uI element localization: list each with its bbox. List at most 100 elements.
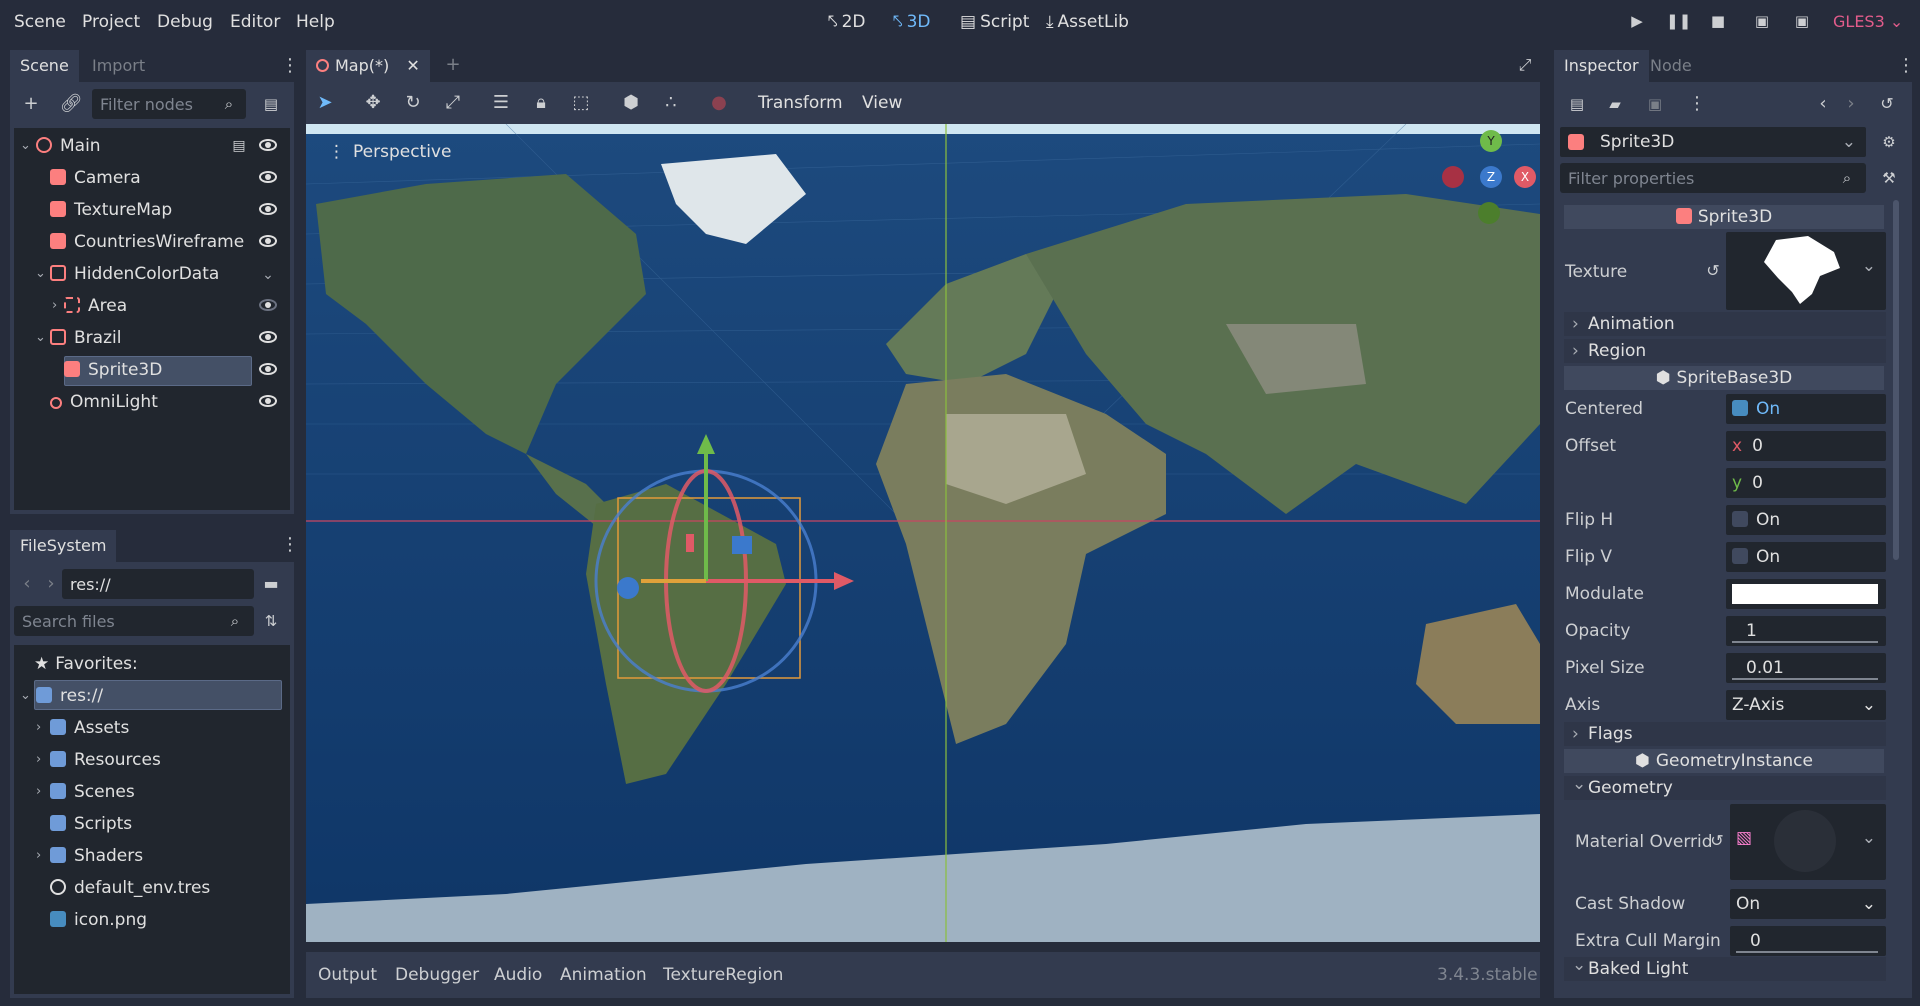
- folder-scenes[interactable]: Scenes: [50, 777, 135, 807]
- link-icon[interactable]: 🔗︎: [58, 91, 84, 117]
- chevron-right-icon[interactable]: ›: [36, 745, 41, 775]
- tree-node-sprite3d[interactable]: Sprite3D: [64, 355, 162, 385]
- tree-node-main[interactable]: Main: [36, 131, 101, 161]
- inspector-scrollbar[interactable]: [1893, 200, 1899, 560]
- visibility-eye-icon[interactable]: [259, 139, 277, 151]
- view-menu[interactable]: View: [862, 93, 902, 113]
- menu-scene[interactable]: Scene: [14, 12, 66, 32]
- group-flags[interactable]: Flags: [1564, 722, 1886, 746]
- menu-debug[interactable]: Debug: [157, 12, 213, 32]
- file-default-env[interactable]: default_env.tres: [50, 873, 210, 903]
- visibility-eye-icon[interactable]: [259, 363, 277, 375]
- play-icon[interactable]: ▶: [1625, 12, 1649, 34]
- chevron-right-icon[interactable]: ›: [36, 777, 41, 807]
- scene-dock-menu-icon[interactable]: ⋮: [281, 55, 299, 77]
- tree-node-omnilight[interactable]: OmniLight: [50, 387, 158, 417]
- visibility-eye-icon[interactable]: [259, 299, 277, 311]
- path-field[interactable]: res://: [62, 569, 254, 599]
- group-geometry[interactable]: Geometry: [1564, 772, 1886, 800]
- fullscreen-icon[interactable]: ⤢: [1512, 52, 1538, 78]
- search-files-input[interactable]: Search files: [14, 606, 254, 636]
- folder-scripts[interactable]: Scripts: [50, 809, 132, 839]
- texture-preview[interactable]: ⌄: [1726, 232, 1886, 310]
- tree-node-area[interactable]: Area: [64, 291, 127, 321]
- history-forward-icon[interactable]: ›: [1838, 91, 1864, 117]
- tree-node-camera[interactable]: Camera: [50, 163, 141, 193]
- list-select-icon[interactable]: ☰: [488, 90, 514, 116]
- filesystem-menu-icon[interactable]: ⋮: [281, 534, 299, 556]
- folder-resources[interactable]: Resources: [50, 745, 161, 775]
- attach-script-icon[interactable]: ▤: [258, 91, 284, 117]
- favorites-row[interactable]: ★ Favorites:: [34, 649, 138, 679]
- revert-icon[interactable]: ↺: [1704, 828, 1730, 854]
- gizmo-axis-x[interactable]: X: [1514, 166, 1536, 188]
- modulate-field[interactable]: [1726, 579, 1886, 609]
- mode-2d-button[interactable]: ⤣ 2D: [828, 12, 865, 32]
- open-folder-icon[interactable]: ▰: [1602, 91, 1628, 117]
- camera-preview-icon[interactable]: ●: [706, 90, 732, 116]
- tab-animation[interactable]: Animation: [560, 965, 647, 985]
- menu-editor[interactable]: Editor: [230, 12, 280, 32]
- axis-dropdown[interactable]: Z-Axis ⌄: [1726, 690, 1886, 720]
- chevron-down-icon[interactable]: ⌄: [20, 131, 31, 161]
- tree-node-texturemap[interactable]: TextureMap: [50, 195, 172, 225]
- transform-menu[interactable]: Transform: [758, 93, 843, 113]
- visibility-eye-icon[interactable]: [259, 203, 277, 215]
- perspective-menu[interactable]: ⋮ Perspective: [328, 142, 451, 162]
- offset-y-field[interactable]: y0: [1726, 468, 1886, 498]
- chevron-right-icon[interactable]: ›: [52, 291, 57, 321]
- add-node-icon[interactable]: +: [18, 91, 44, 117]
- tab-scene[interactable]: Scene: [10, 50, 79, 82]
- renderer-selector[interactable]: GLES3 ⌄: [1833, 12, 1903, 31]
- move-tool-icon[interactable]: ✥: [360, 90, 386, 116]
- flip-h-checkbox[interactable]: On: [1726, 505, 1886, 535]
- object-selector[interactable]: Sprite3D ⌄: [1560, 127, 1866, 157]
- tab-inspector[interactable]: Inspector: [1554, 50, 1649, 82]
- visibility-eye-icon[interactable]: [259, 395, 277, 407]
- local-space-icon[interactable]: ⬢: [618, 90, 644, 116]
- tree-node-countrieswireframe[interactable]: CountriesWireframe: [50, 227, 244, 257]
- chevron-down-icon[interactable]: ⌄: [35, 323, 46, 353]
- folder-assets[interactable]: Assets: [50, 713, 129, 743]
- gizmo-axis-z[interactable]: Z: [1480, 166, 1502, 188]
- visibility-eye-icon[interactable]: [259, 331, 277, 343]
- pause-icon[interactable]: ❚❚: [1666, 12, 1691, 34]
- new-tab-icon[interactable]: +: [440, 52, 466, 78]
- visibility-eye-icon[interactable]: [259, 235, 277, 247]
- centered-checkbox[interactable]: On: [1726, 394, 1886, 424]
- chevron-down-icon[interactable]: ⌄: [35, 259, 46, 289]
- tab-filesystem[interactable]: FileSystem: [10, 530, 117, 562]
- gizmo-negative-y[interactable]: [1478, 202, 1500, 224]
- menu-project[interactable]: Project: [82, 12, 140, 32]
- chevron-right-icon[interactable]: ›: [36, 841, 41, 871]
- inspector-menu-icon[interactable]: ⋮: [1897, 55, 1915, 77]
- scale-tool-icon[interactable]: ⤢: [440, 90, 466, 116]
- play-scene-icon[interactable]: ▣: [1750, 12, 1774, 34]
- sort-icon[interactable]: ⇅: [258, 608, 284, 634]
- tree-node-brazil[interactable]: Brazil: [50, 323, 121, 353]
- group-region[interactable]: Region: [1564, 339, 1886, 363]
- group-icon[interactable]: ⬚: [568, 90, 594, 116]
- offset-x-field[interactable]: x0: [1726, 431, 1886, 461]
- split-view-icon[interactable]: ▬: [258, 571, 284, 597]
- filter-properties-input[interactable]: Filter properties: [1560, 163, 1866, 193]
- visibility-eye-icon[interactable]: [259, 171, 277, 183]
- more-options-icon[interactable]: ⋮: [1684, 91, 1710, 117]
- file-icon-png[interactable]: icon.png: [50, 905, 147, 935]
- gizmo-negative-x[interactable]: [1442, 166, 1464, 188]
- close-icon[interactable]: ✕: [406, 56, 419, 75]
- rotate-tool-icon[interactable]: ↻: [400, 90, 426, 116]
- tab-import[interactable]: Import: [82, 50, 155, 82]
- group-animation[interactable]: Animation: [1564, 312, 1886, 336]
- object-history-icon[interactable]: ↺: [1874, 91, 1900, 117]
- save-icon[interactable]: ▣: [1642, 91, 1668, 117]
- lock-icon[interactable]: 🔒︎: [528, 90, 554, 116]
- snap-icon[interactable]: ∴: [658, 90, 684, 116]
- new-resource-icon[interactable]: ▤: [1564, 91, 1590, 117]
- 3d-viewport[interactable]: [306, 124, 1540, 942]
- chevron-down-icon[interactable]: ⌄: [20, 681, 31, 711]
- tab-textureregion[interactable]: TextureRegion: [663, 965, 783, 985]
- tab-debugger[interactable]: Debugger: [395, 965, 479, 985]
- chevron-right-icon[interactable]: ›: [36, 713, 41, 743]
- script-icon[interactable]: ▤: [226, 133, 252, 159]
